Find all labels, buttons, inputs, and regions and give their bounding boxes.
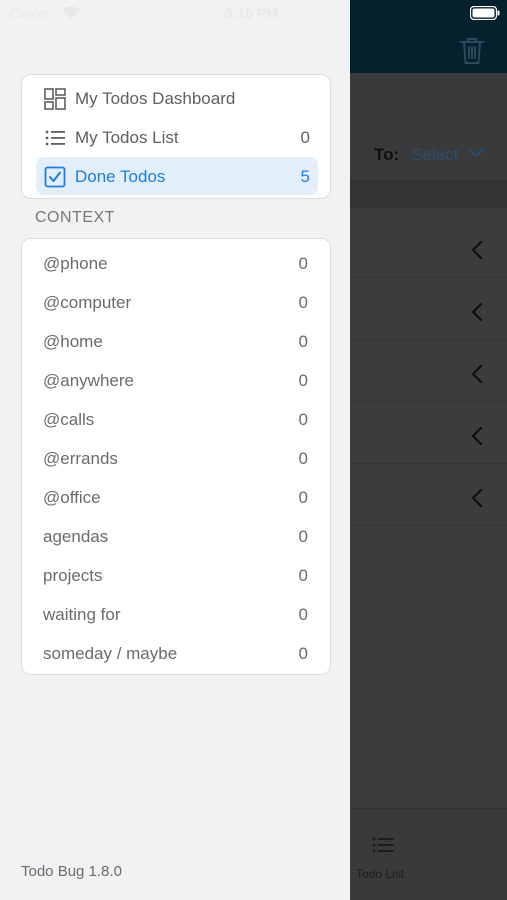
context-count: 0	[298, 254, 308, 273]
chevron-left-icon	[471, 488, 483, 508]
nav-section: My Todos Dashboard My Todos List 0 Done …	[21, 74, 331, 199]
battery-icon	[470, 6, 500, 20]
context-label: @errands	[43, 449, 118, 468]
to-label: To:	[374, 145, 400, 164]
nav-item-todos-list[interactable]: My Todos List 0	[36, 118, 318, 156]
context-item[interactable]: waiting for 0	[22, 593, 330, 632]
checkbox-icon	[44, 166, 66, 188]
app-version: Todo Bug 1.8.0	[21, 863, 122, 880]
context-count: 0	[298, 644, 308, 663]
context-item[interactable]: @errands 0	[22, 437, 330, 476]
context-label: projects	[43, 566, 103, 585]
context-label: @anywhere	[43, 371, 134, 390]
context-item[interactable]: @computer 0	[22, 281, 330, 320]
context-item[interactable]: @phone 0	[22, 242, 330, 281]
side-drawer: My Todos Dashboard My Todos List 0 Done …	[0, 0, 350, 900]
list-icon[interactable]	[371, 836, 395, 854]
dashboard-icon	[44, 88, 66, 110]
chevron-down-icon	[468, 148, 484, 158]
context-section-header: CONTEXT	[35, 209, 115, 226]
nav-label: My Todos Dashboard	[75, 89, 236, 108]
context-count: 0	[298, 527, 308, 546]
chevron-left-icon	[471, 240, 483, 260]
context-label: @calls	[43, 410, 95, 429]
context-item[interactable]: projects 0	[22, 554, 330, 593]
context-count: 0	[298, 605, 308, 624]
context-label: @office	[43, 488, 101, 507]
context-item[interactable]: @office 0	[22, 476, 330, 515]
context-item[interactable]: @home 0	[22, 320, 330, 359]
chevron-left-icon	[471, 364, 483, 384]
list-icon	[45, 130, 65, 146]
nav-label: My Todos List	[75, 128, 179, 147]
trash-icon[interactable]	[458, 36, 486, 66]
context-count: 0	[298, 332, 308, 351]
tab-todo-list[interactable]: Todo List	[356, 867, 404, 881]
context-item[interactable]: agendas 0	[22, 515, 330, 554]
nav-item-dashboard[interactable]: My Todos Dashboard	[36, 79, 318, 117]
status-time: 3:15 PM	[225, 5, 278, 21]
context-count: 0	[298, 371, 308, 390]
context-label: agendas	[43, 527, 109, 546]
wifi-icon	[62, 6, 80, 19]
context-count: 0	[298, 566, 308, 585]
nav-count: 0	[300, 128, 310, 147]
context-label: @home	[43, 332, 103, 351]
context-item[interactable]: someday / maybe 0	[22, 632, 330, 671]
context-count: 0	[298, 449, 308, 468]
select-dropdown[interactable]: Select	[411, 145, 458, 165]
carrier-label: Carrier	[10, 6, 50, 21]
context-label: someday / maybe	[43, 644, 178, 663]
context-count: 0	[298, 293, 308, 312]
context-count: 0	[298, 410, 308, 429]
context-item[interactable]: @anywhere 0	[22, 359, 330, 398]
context-list: @phone 0 @computer 0 @home 0 @anywhere 0 @calls 0…	[21, 238, 331, 675]
context-label: waiting for	[43, 605, 121, 624]
chevron-left-icon	[471, 426, 483, 446]
context-label: @phone	[43, 254, 108, 273]
chevron-left-icon	[471, 302, 483, 322]
context-count: 0	[298, 488, 308, 507]
nav-label: Done Todos	[75, 167, 166, 186]
context-label: @computer	[43, 293, 132, 312]
nav-item-done-todos[interactable]: Done Todos 5	[36, 157, 318, 195]
context-item[interactable]: @calls 0	[22, 398, 330, 437]
nav-count: 5	[300, 167, 310, 186]
